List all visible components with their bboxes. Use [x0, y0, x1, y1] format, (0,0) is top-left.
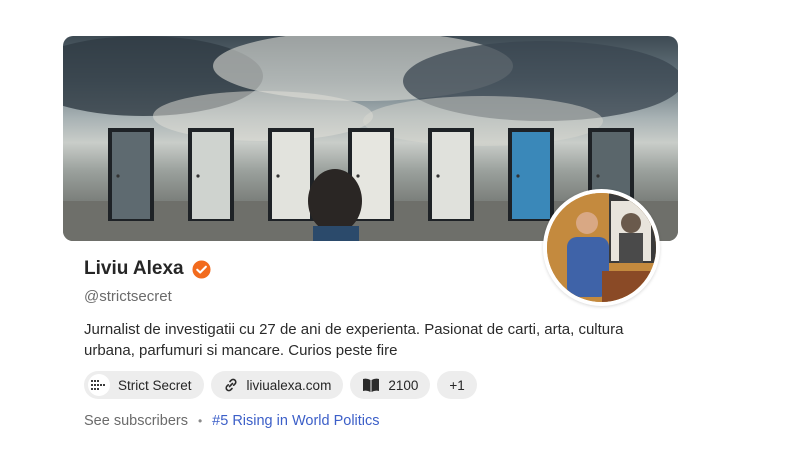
separator-dot: • — [197, 414, 203, 428]
open-book-icon — [363, 378, 380, 392]
profile-chips: Strict Secret liviualexa.com 2100 +1 — [84, 371, 477, 399]
link-icon — [224, 378, 237, 392]
publication-chip[interactable]: Strict Secret — [84, 371, 204, 399]
verified-badge-icon — [192, 259, 211, 279]
profile-name: Liviu Alexa — [84, 258, 184, 279]
door-knob — [116, 174, 120, 178]
profile-handle: @strictsecret — [84, 288, 172, 305]
profile-footer: See subscribers • #5 Rising in World Pol… — [84, 413, 380, 429]
avatar-photo — [547, 193, 656, 302]
rank-link[interactable]: #5 Rising in World Politics — [212, 413, 379, 429]
profile-bio: Jurnalist de investigatii cu 27 de ani d… — [84, 321, 624, 359]
door-knob — [196, 174, 200, 178]
avatar[interactable] — [543, 189, 660, 306]
door-knob — [276, 174, 280, 178]
more-chip[interactable]: +1 — [437, 371, 477, 399]
door-knob — [596, 174, 600, 178]
books-chip-label: 2100 — [388, 377, 419, 393]
books-chip[interactable]: 2100 — [350, 371, 431, 399]
see-subscribers-link[interactable]: See subscribers — [84, 413, 188, 429]
publication-chip-label: Strict Secret — [118, 377, 192, 393]
website-chip[interactable]: liviualexa.com — [210, 371, 344, 399]
publication-logo-icon — [88, 374, 110, 396]
door-knob — [516, 174, 520, 178]
door-knob — [436, 174, 440, 178]
more-chip-label: +1 — [449, 377, 465, 393]
website-chip-label: liviualexa.com — [246, 377, 332, 393]
door-knob — [356, 174, 360, 178]
